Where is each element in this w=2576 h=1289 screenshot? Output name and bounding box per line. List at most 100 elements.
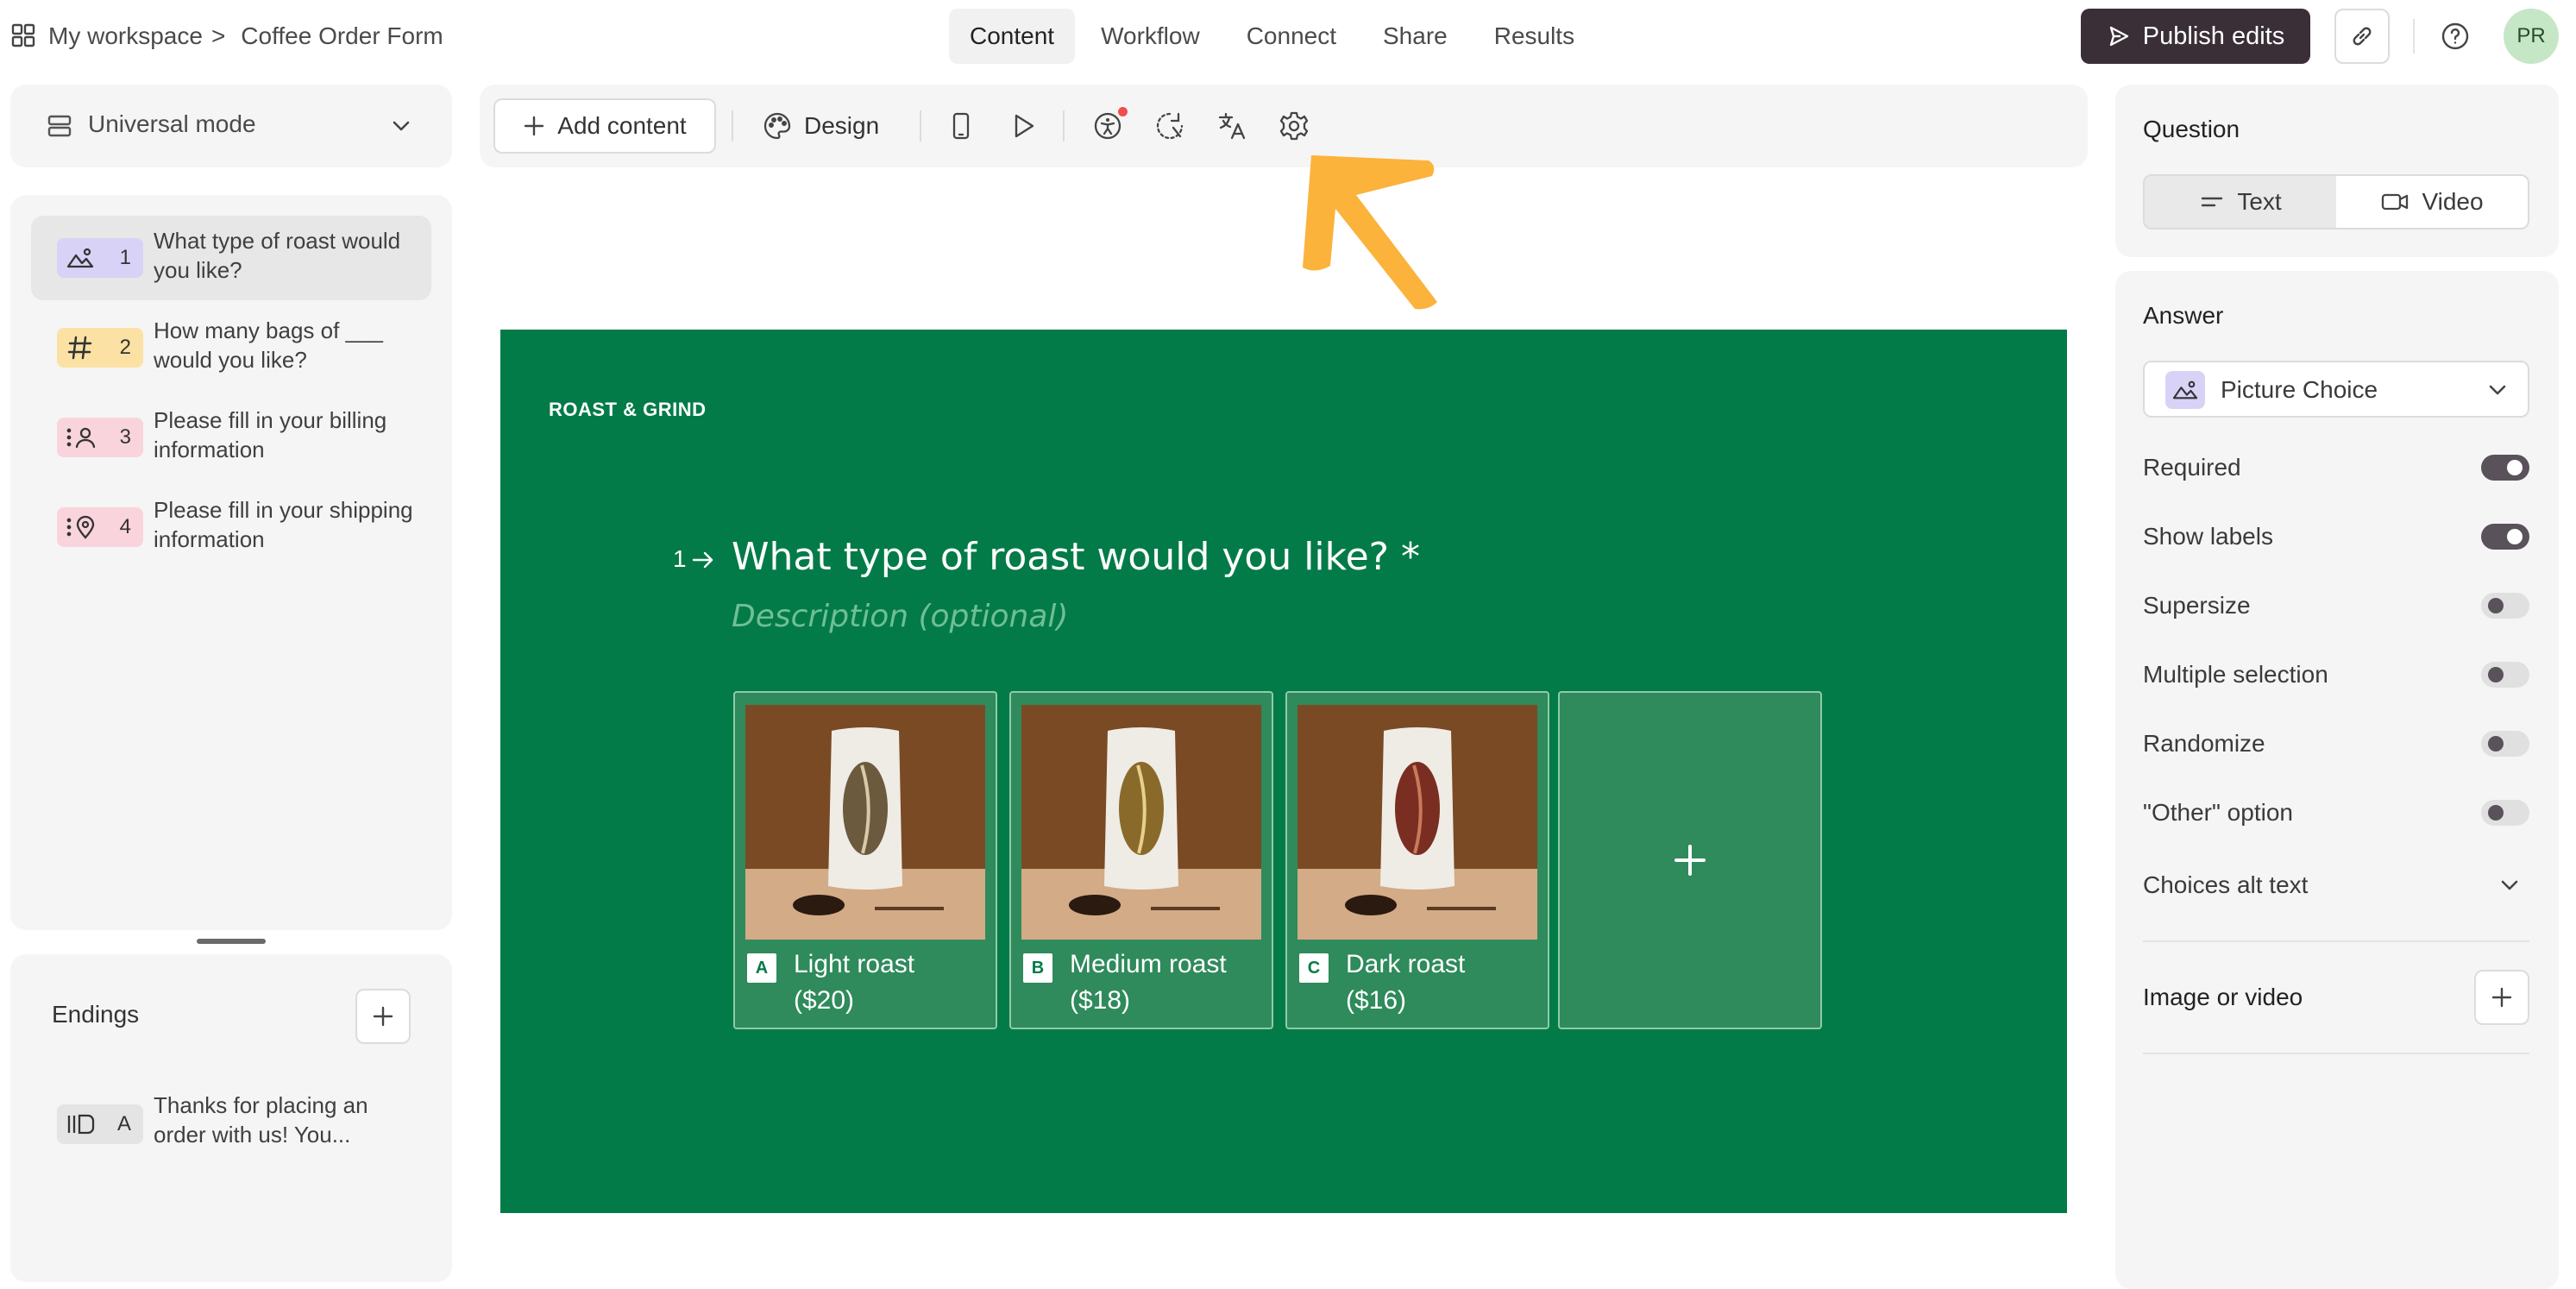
- question-item-4[interactable]: 4 Please fill in your shipping informati…: [31, 485, 431, 569]
- add-content-button[interactable]: Add content: [493, 98, 716, 154]
- tab-results[interactable]: Results: [1473, 9, 1595, 64]
- choice-key: C: [1299, 953, 1329, 983]
- setting-other-option-label: "Other" option: [2143, 799, 2293, 826]
- choice-label[interactable]: Medium roast ($18): [1070, 946, 1268, 1019]
- mode-label: Universal mode: [88, 110, 256, 137]
- chevron-down-icon: [2486, 380, 2509, 400]
- resize-handle[interactable]: [197, 939, 266, 944]
- contact-icon: [66, 424, 98, 450]
- video-option[interactable]: Video: [2336, 176, 2528, 228]
- help-icon: [2440, 21, 2471, 52]
- divider: [2413, 19, 2415, 53]
- divider: [1063, 110, 1065, 141]
- help-button[interactable]: [2436, 17, 2474, 55]
- choice-card-c[interactable]: C Dark roast ($16): [1285, 691, 1549, 1029]
- avatar[interactable]: PR: [2504, 9, 2559, 64]
- question-text: Please fill in your billing information: [154, 407, 387, 462]
- mobile-preview-button[interactable]: [942, 107, 980, 145]
- question-text: Please fill in your shipping information: [154, 497, 413, 552]
- question-item-1[interactable]: 1 What type of roast would you like?: [31, 216, 431, 300]
- question-item-3[interactable]: 3 Please fill in your billing informatio…: [31, 395, 431, 480]
- question-item-2[interactable]: 2 How many bags of ___ would you like?: [31, 305, 431, 390]
- design-button[interactable]: Design: [763, 98, 879, 154]
- accessibility-icon: [1092, 110, 1123, 141]
- breadcrumb-workspace[interactable]: My workspace: [48, 22, 203, 50]
- choice-label[interactable]: Dark roast ($16): [1346, 946, 1544, 1019]
- ending-icon: [66, 1111, 97, 1137]
- answer-heading: Answer: [2143, 302, 2224, 329]
- text-option[interactable]: Text: [2145, 176, 2336, 228]
- send-icon: [2107, 24, 2131, 48]
- preview-button[interactable]: [1004, 107, 1042, 145]
- answer-type-select[interactable]: Picture Choice: [2143, 361, 2529, 418]
- choice-key: A: [747, 953, 776, 983]
- description-input[interactable]: Description (optional): [732, 599, 1068, 634]
- choice-card-b[interactable]: B Medium roast ($18): [1009, 691, 1273, 1029]
- tab-content[interactable]: Content: [949, 9, 1076, 64]
- supersize-toggle[interactable]: [2481, 593, 2529, 619]
- divider: [732, 110, 733, 141]
- question-text: What type of roast would you like?: [154, 228, 401, 283]
- chevron-down-icon: [390, 116, 412, 136]
- video-icon: [2380, 191, 2410, 213]
- accessibility-button[interactable]: [1089, 107, 1128, 145]
- image-or-video-label: Image or video: [2143, 984, 2303, 1010]
- chevron-down-icon[interactable]: [2498, 875, 2521, 896]
- hash-icon: [66, 335, 95, 361]
- question-heading: Question: [2143, 116, 2240, 142]
- multiple-selection-toggle[interactable]: [2481, 662, 2529, 688]
- form-canvas: ROAST & GRIND 1 What type of roast would…: [500, 330, 2067, 1213]
- question-title[interactable]: What type of roast would you like? *: [732, 535, 1420, 579]
- settings-icon: [1279, 110, 1310, 141]
- logic-button[interactable]: [1151, 107, 1189, 145]
- tab-share[interactable]: Share: [1362, 9, 1468, 64]
- tab-workflow[interactable]: Workflow: [1080, 9, 1221, 64]
- question-number: 1: [119, 246, 131, 269]
- breadcrumb: My workspace > Coffee Order Form: [48, 19, 443, 53]
- play-icon: [1009, 112, 1037, 140]
- answer-settings-panel: [2115, 271, 2559, 1289]
- breadcrumb-form-name[interactable]: Coffee Order Form: [241, 22, 443, 50]
- setting-required-label: Required: [2143, 454, 2241, 481]
- question-number: 3: [119, 425, 131, 449]
- choice-card-a[interactable]: A Light roast ($20): [733, 691, 997, 1029]
- plus-icon: [1671, 841, 1709, 879]
- ending-key: A: [116, 1112, 131, 1135]
- ending-badge: A: [57, 1104, 143, 1144]
- plus-icon: [2490, 985, 2514, 1009]
- translate-button[interactable]: [1213, 107, 1251, 145]
- layout-icon: [47, 114, 72, 138]
- link-icon: [2349, 23, 2375, 49]
- mode-selector[interactable]: Universal mode: [10, 85, 452, 167]
- plus-icon: [371, 1004, 395, 1028]
- apps-grid-icon[interactable]: [10, 22, 36, 48]
- tab-connect[interactable]: Connect: [1226, 9, 1357, 64]
- choice-image: [745, 705, 985, 940]
- answer-type-value: Picture Choice: [2221, 376, 2378, 403]
- randomize-toggle[interactable]: [2481, 731, 2529, 757]
- choices-alt-text-expander[interactable]: Choices alt text: [2143, 871, 2308, 899]
- publish-button[interactable]: Publish edits: [2081, 9, 2310, 64]
- palette-icon: [763, 111, 792, 141]
- copy-link-button[interactable]: [2334, 9, 2390, 64]
- brand-logo: ROAST & GRIND: [549, 399, 707, 420]
- add-choice-button[interactable]: [1558, 691, 1822, 1029]
- main-tabs: Content Workflow Connect Share Results: [949, 9, 1595, 64]
- endings-panel: Endings A Thanks for placing an order wi…: [10, 954, 452, 1282]
- mobile-icon: [950, 111, 972, 141]
- question-number: 2: [119, 336, 131, 359]
- arrow-annotation-icon: [1285, 138, 1458, 319]
- other-option-toggle[interactable]: [2481, 800, 2529, 826]
- show-labels-toggle[interactable]: [2481, 524, 2529, 550]
- add-ending-button[interactable]: [355, 989, 411, 1044]
- notification-dot: [1118, 107, 1128, 116]
- required-toggle[interactable]: [2481, 455, 2529, 481]
- canvas-question-number: 1: [673, 545, 687, 572]
- choice-image: [1297, 705, 1537, 940]
- logic-icon: [1154, 110, 1185, 141]
- address-icon: [66, 514, 98, 540]
- add-image-or-video-button[interactable]: [2474, 970, 2529, 1025]
- ending-item[interactable]: A Thanks for placing an order with us! Y…: [31, 1082, 431, 1166]
- choice-label[interactable]: Light roast ($20): [794, 946, 992, 1019]
- divider: [920, 110, 921, 141]
